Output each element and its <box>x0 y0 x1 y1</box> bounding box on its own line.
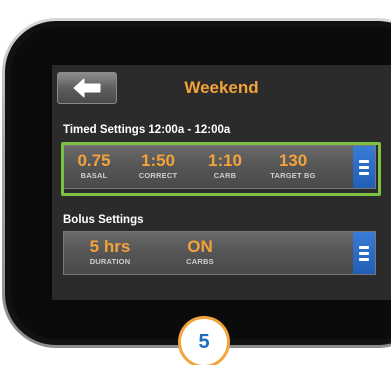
timed-settings-highlight <box>61 142 381 196</box>
page-title: Weekend <box>184 78 259 97</box>
carbs-label: CARBS <box>186 257 214 266</box>
bolus-settings-label: Bolus Settings <box>63 214 144 226</box>
duration-value: 5 hrs <box>89 237 131 256</box>
menu-icon <box>359 245 369 261</box>
step-badge: 5 <box>178 316 230 365</box>
stage: Weekend Timed Settings 12:00a - 12:00a 0… <box>0 0 391 365</box>
duration-label: DURATION <box>89 257 131 266</box>
carbs-value: ON <box>187 237 213 256</box>
bolus-settings-row[interactable]: 5 hrs DURATION ON CARBS <box>63 231 376 275</box>
bolus-settings-menu-button[interactable] <box>353 232 375 274</box>
carbs-cell: ON CARBS <box>172 232 228 274</box>
top-bar: Weekend <box>52 65 391 114</box>
duration-cell: 5 hrs DURATION <box>78 232 142 274</box>
timed-settings-label: Timed Settings 12:00a - 12:00a <box>63 124 231 136</box>
